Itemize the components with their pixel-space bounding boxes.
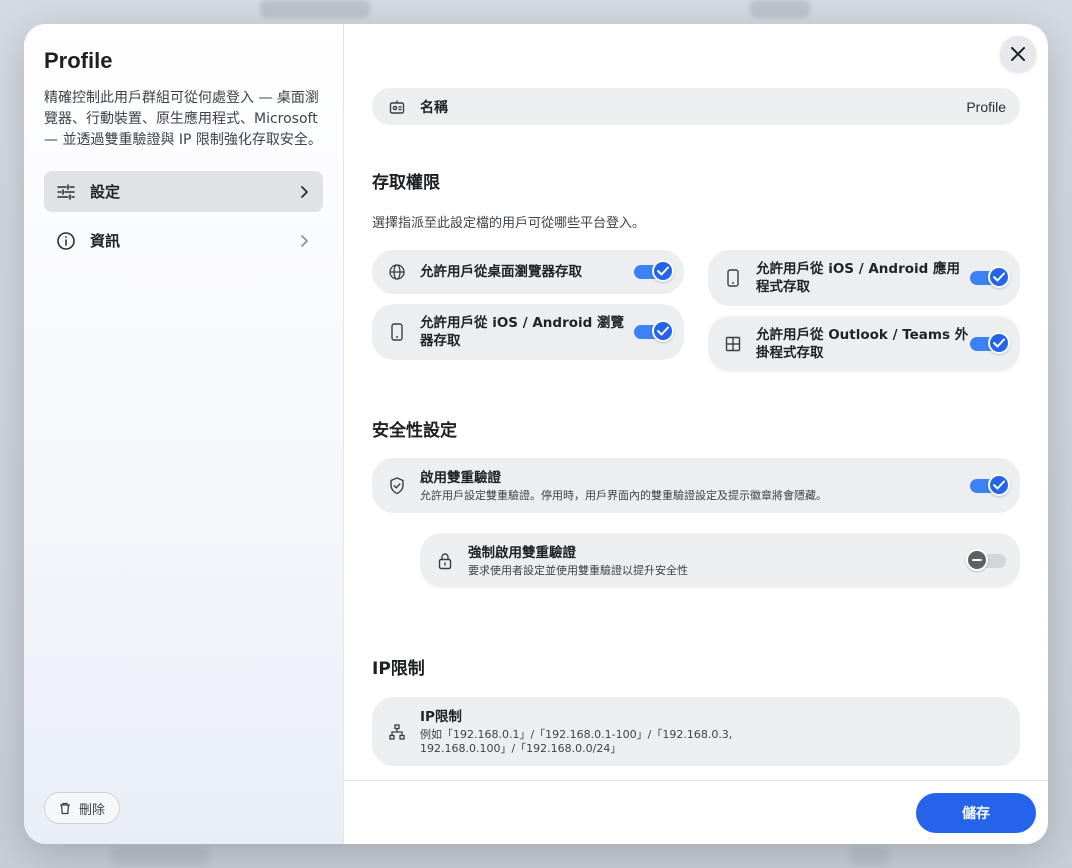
- check-icon: [988, 266, 1010, 288]
- force-two-factor-description: 要求使用者設定並使用雙重驗證以提升安全性: [468, 563, 688, 577]
- ip-restriction-example: 例如「192.168.0.1」/「192.168.0.1-100」/「192.1…: [420, 727, 733, 755]
- force-two-factor-label: 強制啟用雙重驗證: [468, 544, 576, 561]
- main-panel: 名稱 Profile 存取權限 選擇指派至此設定檔的用戶可從哪些平台登入。 允許…: [344, 24, 1048, 844]
- force-two-factor-card: 強制啟用雙重驗證 要求使用者設定並使用雙重驗證以提升安全性: [420, 533, 1020, 588]
- access-section-description: 選擇指派至此設定檔的用戶可從哪些平台登入。: [372, 216, 646, 231]
- access-mobile-browser-toggle[interactable]: [634, 320, 674, 342]
- chevron-right-icon: [297, 234, 311, 248]
- profile-modal: Profile 精確控制此用戶群組可從何處登入 — 桌面瀏覽器、行動裝置、原生應…: [24, 24, 1048, 844]
- ip-restriction-card[interactable]: IP限制 例如「192.168.0.1」/「192.168.0.1-100」/「…: [372, 697, 1020, 766]
- globe-icon: [388, 263, 406, 281]
- access-option-label: 允許用戶從桌面瀏覽器存取: [420, 264, 582, 280]
- access-section-title: 存取權限: [372, 173, 440, 193]
- trash-icon: [60, 802, 70, 814]
- access-mobile-app: 允許用戶從 iOS / Android 應用程式存取: [708, 250, 1020, 306]
- info-icon: [56, 231, 76, 251]
- access-outlook-teams: 允許用戶從 Outlook / Teams 外掛程式存取: [708, 316, 1020, 372]
- access-outlook-toggle[interactable]: [970, 332, 1010, 354]
- check-icon: [652, 320, 674, 342]
- settings-content: 名稱 Profile: [372, 88, 1020, 125]
- grid-icon: [724, 335, 742, 353]
- sliders-icon: [56, 182, 76, 202]
- delete-label: 刪除: [79, 802, 106, 818]
- close-icon: [1011, 47, 1025, 61]
- sidebar-description: 精確控制此用戶群組可從何處登入 — 桌面瀏覽器、行動裝置、原生應用程式、Micr…: [44, 90, 322, 148]
- sidebar-item-settings[interactable]: 設定: [44, 171, 323, 212]
- sidebar-item-label: 資訊: [90, 232, 121, 250]
- two-factor-card: 啟用雙重驗證 允許用戶設定雙重驗證。停用時，用戶界面內的雙重驗證設定及提示徽章將…: [372, 458, 1020, 513]
- shield-icon: [388, 476, 406, 495]
- id-card-icon: [388, 98, 406, 116]
- two-factor-label: 啟用雙重驗證: [420, 469, 501, 486]
- security-section-title: 安全性設定: [372, 421, 457, 441]
- sidebar: Profile 精確控制此用戶群組可從何處登入 — 桌面瀏覽器、行動裝置、原生應…: [24, 24, 344, 844]
- access-desktop-toggle[interactable]: [634, 260, 674, 282]
- sidebar-item-label: 設定: [90, 183, 121, 201]
- access-mobile-app-toggle[interactable]: [970, 266, 1010, 288]
- sidebar-item-info[interactable]: 資訊: [44, 220, 323, 261]
- phone-icon: [388, 323, 406, 341]
- access-mobile-browser: 允許用戶從 iOS / Android 瀏覽器存取: [372, 304, 684, 360]
- access-desktop-browser: 允許用戶從桌面瀏覽器存取: [372, 250, 684, 294]
- name-value: Profile: [966, 98, 1006, 115]
- check-icon: [988, 332, 1010, 354]
- chevron-right-icon: [297, 185, 311, 199]
- ip-section-title: IP限制: [372, 659, 425, 679]
- access-option-label: 允許用戶從 iOS / Android 應用程式存取: [756, 261, 961, 295]
- check-icon: [652, 260, 674, 282]
- access-option-label: 允許用戶從 Outlook / Teams 外掛程式存取: [756, 327, 969, 361]
- network-icon: [388, 723, 406, 741]
- name-field[interactable]: 名稱 Profile: [372, 88, 1020, 125]
- two-factor-toggle[interactable]: [970, 473, 1010, 496]
- access-option-label: 允許用戶從 iOS / Android 瀏覽器存取: [420, 315, 625, 349]
- lock-icon: [436, 552, 454, 570]
- name-label: 名稱: [420, 99, 448, 116]
- check-icon: [988, 473, 1010, 496]
- delete-button[interactable]: 刪除: [44, 792, 121, 824]
- two-factor-description: 允許用戶設定雙重驗證。停用時，用戶界面內的雙重驗證設定及提示徽章將會隱藏。: [420, 488, 827, 502]
- close-button[interactable]: [1000, 36, 1036, 72]
- ip-restriction-label: IP限制: [420, 708, 462, 725]
- force-two-factor-toggle[interactable]: [966, 548, 1006, 571]
- footer: 儲存: [344, 780, 1048, 844]
- save-button[interactable]: 儲存: [916, 793, 1036, 833]
- minus-icon: [966, 548, 988, 571]
- phone-icon: [724, 269, 742, 287]
- sidebar-title: Profile: [44, 48, 113, 73]
